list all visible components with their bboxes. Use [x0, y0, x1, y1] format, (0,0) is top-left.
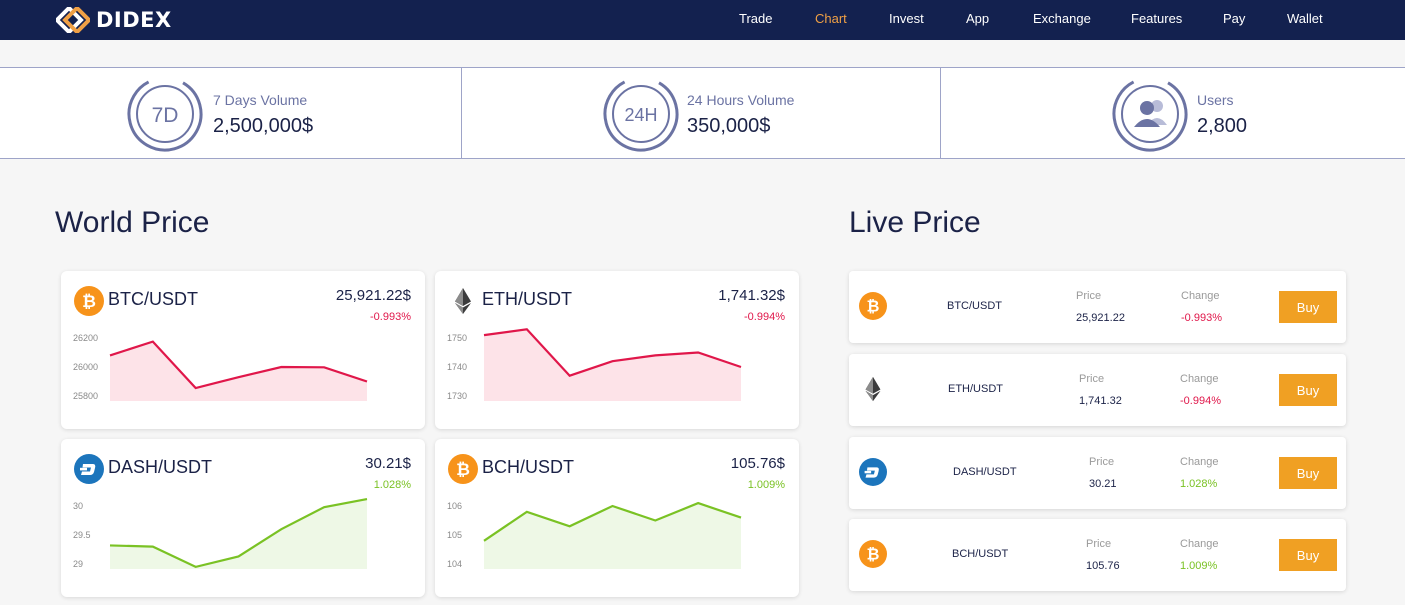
world-price-card-eth[interactable]: ETH/USDT 1,741.32$ -0.994% 1750 1740 1730	[435, 271, 799, 429]
stat-badge-text: 7D	[152, 104, 179, 127]
change-label: Change	[1180, 373, 1219, 385]
stat-label: 7 Days Volume	[213, 92, 308, 108]
ethereum-icon	[865, 376, 881, 402]
nav-chart[interactable]: Chart	[815, 11, 847, 26]
main-nav: Trade Chart Invest App Exchange Features…	[0, 0, 1405, 40]
users-icon	[1112, 76, 1188, 152]
svg-text:₿: ₿	[867, 297, 880, 316]
change-label: Change	[1180, 538, 1219, 550]
7d-badge-icon: 7D	[127, 76, 203, 152]
stat-value: 2,800	[1197, 115, 1248, 137]
change-label: Change	[1180, 456, 1219, 468]
price-chart: 26200 26000 25800	[73, 333, 368, 401]
price-label: Price	[1079, 373, 1105, 385]
change-value: 1.028%	[1180, 478, 1218, 490]
24h-badge-icon: 24H	[603, 76, 679, 152]
bitcoin-icon: ₿	[859, 292, 887, 320]
price-value: 25,921.22	[1076, 312, 1125, 324]
buy-button[interactable]: Buy	[1279, 539, 1337, 571]
bitcoin-icon: ₿	[859, 540, 887, 568]
top-navbar: DIDEX Trade Chart Invest App Exchange Fe…	[0, 0, 1405, 40]
world-price-card-bch[interactable]: ₿ BCH/USDT 105.76$ 1.009% 106 105 104	[435, 439, 799, 597]
y-tick-label: 106	[447, 501, 462, 511]
y-tick-label: 26200	[73, 333, 98, 343]
live-price-row-bch: ₿ BCH/USDT Price 105.76 Change 1.009% Bu…	[849, 519, 1346, 591]
stat-value: 350,000$	[687, 115, 771, 137]
world-price-card-dash[interactable]: DASH/USDT 30.21$ 1.028% 30 29.5 29	[61, 439, 425, 597]
y-tick-label: 1730	[447, 391, 467, 401]
buy-button[interactable]: Buy	[1279, 374, 1337, 406]
nav-wallet[interactable]: Wallet	[1287, 11, 1323, 26]
live-price-row-btc: ₿ BTC/USDT Price 25,921.22 Change -0.993…	[849, 271, 1346, 343]
change-value: -0.994%	[1180, 395, 1221, 407]
world-price-title: World Price	[55, 206, 210, 239]
y-tick-label: 26000	[73, 362, 98, 372]
nav-exchange[interactable]: Exchange	[1033, 11, 1091, 26]
nav-invest[interactable]: Invest	[889, 11, 924, 26]
stat-users: Users 2,800	[941, 68, 1405, 158]
y-tick-label: 104	[447, 559, 462, 569]
dash-icon	[859, 458, 887, 486]
pair-label: ETH/USDT	[948, 383, 1003, 395]
buy-button[interactable]: Buy	[1279, 291, 1337, 323]
chart-area-fill	[484, 503, 741, 569]
y-tick-label: 1750	[447, 333, 467, 343]
world-price-card-btc[interactable]: ₿ BTC/USDT 25,921.22$ -0.993% 26200 26000…	[61, 271, 425, 429]
live-price-row-dash: DASH/USDT Price 30.21 Change 1.028% Buy	[849, 437, 1346, 509]
price-label: Price	[1086, 538, 1112, 550]
nav-pay[interactable]: Pay	[1223, 11, 1245, 26]
pair-label: BCH/USDT	[952, 548, 1009, 560]
stat-value: 2,500,000$	[213, 115, 314, 137]
y-tick-label: 25800	[73, 391, 98, 401]
price-value: 1,741.32	[1079, 395, 1122, 407]
nav-trade[interactable]: Trade	[739, 11, 772, 26]
y-tick-label: 105	[447, 530, 462, 540]
price-label: Price	[1076, 290, 1102, 302]
y-tick-label: 29.5	[73, 530, 91, 540]
price-chart: 106 105 104	[447, 501, 742, 569]
change-value: -0.993%	[1181, 312, 1222, 324]
buy-button[interactable]: Buy	[1279, 457, 1337, 489]
change-value: 1.009%	[1180, 560, 1218, 572]
svg-text:₿: ₿	[867, 545, 880, 564]
stat-7-days-volume: 7D 7 Days Volume 2,500,000$	[0, 68, 461, 158]
nav-features[interactable]: Features	[1131, 11, 1182, 26]
price-chart: 30 29.5 29	[73, 497, 368, 569]
y-tick-label: 30	[73, 501, 83, 511]
live-price-row-eth: ETH/USDT Price 1,741.32 Change -0.994% B…	[849, 354, 1346, 426]
chart-area-fill	[484, 329, 741, 401]
chart-area-fill	[110, 499, 367, 569]
price-chart: 1750 1740 1730	[447, 328, 742, 401]
stat-label: 24 Hours Volume	[687, 92, 795, 108]
stat-label: Users	[1197, 92, 1234, 108]
y-tick-label: 1740	[447, 362, 467, 372]
stat-badge-text: 24H	[624, 105, 657, 125]
pair-label: BTC/USDT	[947, 300, 1002, 312]
price-value: 105.76	[1086, 560, 1120, 572]
price-value: 30.21	[1089, 478, 1117, 490]
stat-24-hours-volume: 24H 24 Hours Volume 350,000$	[462, 68, 940, 158]
price-label: Price	[1089, 456, 1115, 468]
chart-area-fill	[110, 341, 367, 401]
stats-strip: 7D 7 Days Volume 2,500,000$ 24H 24 Hours…	[0, 67, 1405, 159]
live-price-title: Live Price	[849, 206, 981, 239]
y-tick-label: 29	[73, 559, 83, 569]
pair-label: DASH/USDT	[953, 466, 1017, 478]
change-label: Change	[1181, 290, 1220, 302]
nav-app[interactable]: App	[966, 11, 989, 26]
